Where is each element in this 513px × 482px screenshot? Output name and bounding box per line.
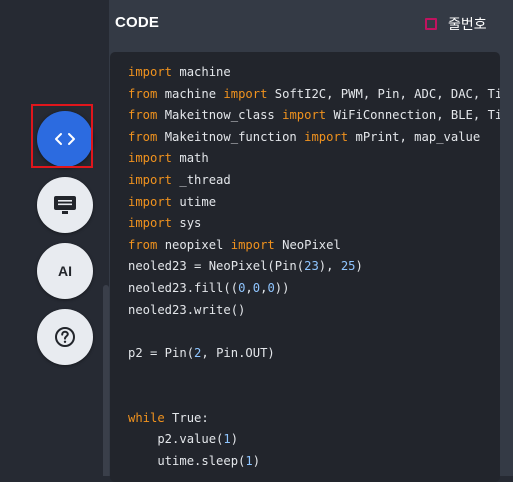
- code-line: utime.sleep(1): [128, 451, 500, 473]
- code-line: while True:: [128, 408, 500, 430]
- code-line: import math: [128, 148, 500, 170]
- ai-button-label: AI: [58, 263, 72, 279]
- ai-button[interactable]: AI: [37, 243, 93, 299]
- code-text: ),: [318, 259, 341, 274]
- code-text: , Pin.OUT): [201, 345, 275, 360]
- code-icon: [55, 133, 75, 145]
- code-number: 23: [304, 259, 319, 274]
- code-text: mPrint, map_value: [348, 129, 481, 144]
- code-text: ): [230, 432, 239, 447]
- code-line: p2.value(1): [128, 429, 500, 451]
- code-text: neopixel: [157, 237, 231, 252]
- code-text: machine: [157, 86, 224, 101]
- code-editor[interactable]: import machine from machine import SoftI2…: [110, 52, 500, 482]
- help-button[interactable]: [37, 309, 93, 365]
- code-line: import _thread: [128, 170, 500, 192]
- code-text: neoled23.write(): [128, 302, 246, 317]
- code-line: import sys: [128, 213, 500, 235]
- code-keyword: import: [128, 194, 173, 209]
- serial-monitor-button[interactable]: [37, 177, 93, 233]
- code-text: True:: [164, 410, 209, 425]
- code-text: p2.value(: [128, 432, 224, 447]
- code-view-button[interactable]: [37, 111, 93, 167]
- line-number-label: 줄번호: [448, 17, 487, 33]
- code-line: neoled23.fill((0,0,0)): [128, 278, 500, 300]
- code-keyword: import: [128, 216, 173, 231]
- code-text: math: [172, 151, 209, 166]
- code-line: p2 = Pin(2, Pin.OUT): [128, 343, 500, 365]
- code-text: Makeitnow_function: [157, 129, 305, 144]
- code-text: neoled23 = NeoPixel(Pin(: [128, 259, 305, 274]
- code-text: SoftI2C, PWM, Pin, ADC, DAC, Tim: [267, 86, 500, 101]
- code-number: 0: [267, 280, 275, 295]
- code-keyword: from: [128, 86, 158, 101]
- code-keyword: import: [282, 108, 327, 123]
- code-keyword: from: [128, 129, 158, 144]
- code-text: p2 = Pin(: [128, 345, 195, 360]
- code-text: NeoPixel: [274, 237, 341, 252]
- code-text: Makeitnow_class: [157, 108, 283, 123]
- code-text: machine: [172, 65, 231, 79]
- code-line: from neopixel import NeoPixel: [128, 235, 500, 257]
- code-text: ): [355, 259, 363, 274]
- monitor-icon: [54, 196, 76, 214]
- help-icon: [55, 327, 75, 347]
- code-keyword: import: [128, 65, 173, 79]
- code-line: from Makeitnow_function import mPrint, m…: [128, 127, 500, 149]
- code-lines: import machine from machine import SoftI2…: [128, 62, 500, 472]
- panel-title: CODE: [115, 14, 160, 31]
- code-keyword: from: [128, 108, 158, 123]
- code-text: )): [274, 280, 290, 295]
- line-number-toggle[interactable]: 줄번호: [425, 14, 487, 34]
- left-toolbar: [0, 0, 104, 476]
- code-text: ): [252, 453, 261, 468]
- code-keyword: import: [223, 86, 268, 101]
- code-keyword: import: [128, 172, 173, 187]
- code-number: 1: [245, 453, 253, 468]
- code-number: 0: [252, 280, 261, 295]
- code-text: sys: [172, 216, 202, 231]
- code-panel: CODE 줄번호 import machine from machine impo…: [109, 0, 513, 482]
- code-text: _thread: [172, 172, 231, 187]
- code-line: import utime: [128, 192, 500, 214]
- code-keyword: import: [230, 237, 275, 252]
- code-text: neoled23.fill((: [128, 280, 239, 295]
- code-text: WiFiConnection, BLE, Tim: [326, 108, 500, 123]
- line-number-checkbox[interactable]: [425, 18, 437, 30]
- code-text: utime: [172, 194, 217, 209]
- code-number: 25: [340, 259, 356, 274]
- code-line: from machine import SoftI2C, PWM, Pin, A…: [128, 84, 500, 106]
- code-line: neoled23 = NeoPixel(Pin(23), 25): [128, 256, 500, 278]
- code-keyword: import: [304, 129, 349, 144]
- code-line: from Makeitnow_class import WiFiConnecti…: [128, 105, 500, 127]
- code-keyword: from: [128, 237, 158, 252]
- code-line: import machine: [128, 62, 500, 84]
- code-keyword: while: [128, 410, 165, 425]
- code-number: 1: [223, 432, 231, 447]
- code-line: neoled23.write(): [128, 300, 500, 322]
- code-text: ,: [245, 280, 253, 295]
- code-text: utime.sleep(: [128, 453, 246, 468]
- code-keyword: import: [128, 151, 173, 166]
